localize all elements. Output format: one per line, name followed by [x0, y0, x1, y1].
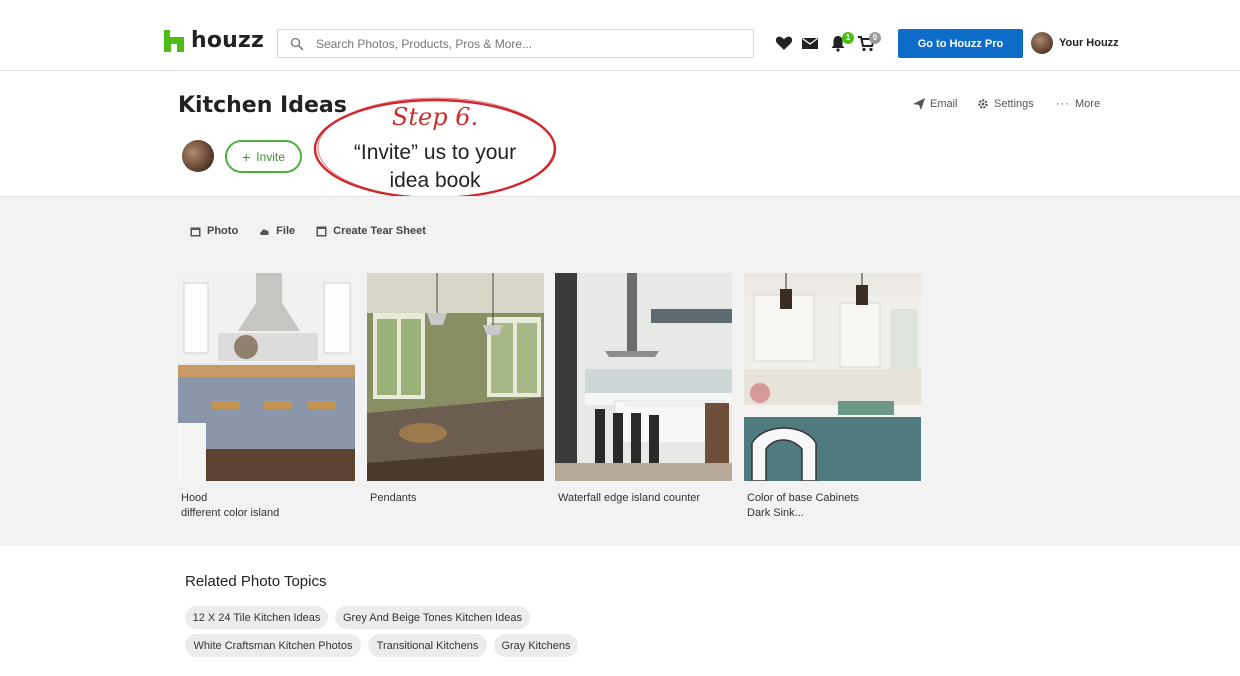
- topic-chip[interactable]: Gray Kitchens: [494, 634, 578, 657]
- kitchen-photo-waterfall-island[interactable]: [555, 273, 732, 481]
- collaborator-avatar[interactable]: [182, 140, 214, 172]
- top-navigation-bar: houzz 1 0 Go to Houzz Pro Your Houzz: [0, 0, 1240, 71]
- send-icon: [913, 98, 925, 110]
- email-label: Email: [930, 98, 958, 110]
- topic-chip[interactable]: 12 X 24 Tile Kitchen Ideas: [185, 606, 328, 629]
- cart-badge: 0: [869, 32, 881, 44]
- tear-sheet-label: Create Tear Sheet: [333, 225, 426, 237]
- notification-badge: 1: [842, 32, 854, 44]
- your-houzz-label: Your Houzz: [1059, 37, 1119, 49]
- caption-line-1: Color of base Cabinets: [747, 492, 859, 504]
- file-label: File: [276, 225, 296, 237]
- create-tear-sheet-button[interactable]: Create Tear Sheet: [316, 225, 426, 237]
- topic-chip[interactable]: Transitional Kitchens: [368, 634, 487, 657]
- caption-line-1: Waterfall edge island counter: [558, 492, 701, 504]
- topic-chip[interactable]: White Craftsman Kitchen Photos: [185, 634, 361, 657]
- kitchen-photo-pendants[interactable]: [367, 273, 544, 481]
- invite-button[interactable]: + Invite: [225, 140, 302, 173]
- tear-sheet-icon: [316, 226, 327, 236]
- settings-action[interactable]: Settings: [977, 98, 1034, 110]
- mail-icon[interactable]: [801, 34, 819, 52]
- annotation-message: “Invite” us to your idea book: [312, 139, 558, 195]
- kitchen-photo-hood[interactable]: [178, 273, 355, 481]
- search-input[interactable]: [316, 36, 736, 51]
- ideabook-photo-card[interactable]: Waterfall edge island counter: [555, 273, 732, 506]
- add-toolbar: Photo File Create Tear Sheet: [190, 225, 447, 237]
- step-annotation: Step 6. “Invite” us to your idea book: [312, 97, 558, 201]
- go-to-houzz-pro-button[interactable]: Go to Houzz Pro: [898, 29, 1023, 58]
- photo-icon: [190, 227, 201, 236]
- ideabook-photo-card[interactable]: Color of base Cabinets Dark Sink...: [744, 273, 921, 521]
- add-photo-button[interactable]: Photo: [190, 225, 238, 237]
- photo-caption: Waterfall edge island counter: [558, 491, 732, 506]
- topic-chip[interactable]: Grey And Beige Tones Kitchen Ideas: [335, 606, 530, 629]
- caption-line-1: Pendants: [370, 492, 417, 504]
- cloud-upload-icon: [260, 228, 269, 235]
- ideabook-photo-card[interactable]: Hood different color island: [178, 273, 355, 521]
- annotation-line-2: idea book: [389, 169, 481, 192]
- email-action[interactable]: Email: [913, 98, 958, 110]
- plus-icon: +: [242, 148, 251, 165]
- caption-line-1: Hood: [181, 492, 208, 504]
- ellipsis-icon: ···: [1056, 98, 1070, 110]
- photo-caption: Hood different color island: [181, 491, 355, 521]
- add-file-button[interactable]: File: [259, 225, 295, 237]
- step-label: Step 6.: [391, 103, 479, 131]
- kitchen-photo-base-cabinets[interactable]: [744, 273, 921, 481]
- photo-label: Photo: [207, 225, 239, 237]
- annotation-line-1: “Invite” us to your: [353, 141, 517, 164]
- gear-icon: [978, 99, 988, 109]
- settings-label: Settings: [994, 98, 1034, 110]
- related-topics-heading: Related Photo Topics: [185, 573, 327, 590]
- caption-line-2: Dark Sink...: [747, 507, 804, 519]
- invite-label: Invite: [256, 149, 285, 164]
- photo-caption: Pendants: [370, 491, 544, 506]
- heart-icon[interactable]: [775, 34, 793, 52]
- ideabook-photo-card[interactable]: Pendants: [367, 273, 544, 506]
- houzz-logo-icon: [164, 29, 184, 52]
- photo-caption: Color of base Cabinets Dark Sink...: [747, 491, 921, 521]
- user-avatar: [1031, 32, 1053, 54]
- houzz-logo[interactable]: houzz: [164, 28, 264, 53]
- caption-line-2: different color island: [181, 507, 280, 519]
- logo-wordmark: houzz: [191, 28, 265, 53]
- search-bar[interactable]: [277, 29, 754, 58]
- search-icon: [290, 37, 304, 51]
- more-label: More: [1075, 98, 1101, 110]
- ideabook-board: Photo File Create Tear Sheet Hood differ…: [0, 196, 1240, 546]
- your-houzz-menu[interactable]: Your Houzz: [1031, 32, 1119, 54]
- more-action[interactable]: ··· More: [1056, 98, 1100, 110]
